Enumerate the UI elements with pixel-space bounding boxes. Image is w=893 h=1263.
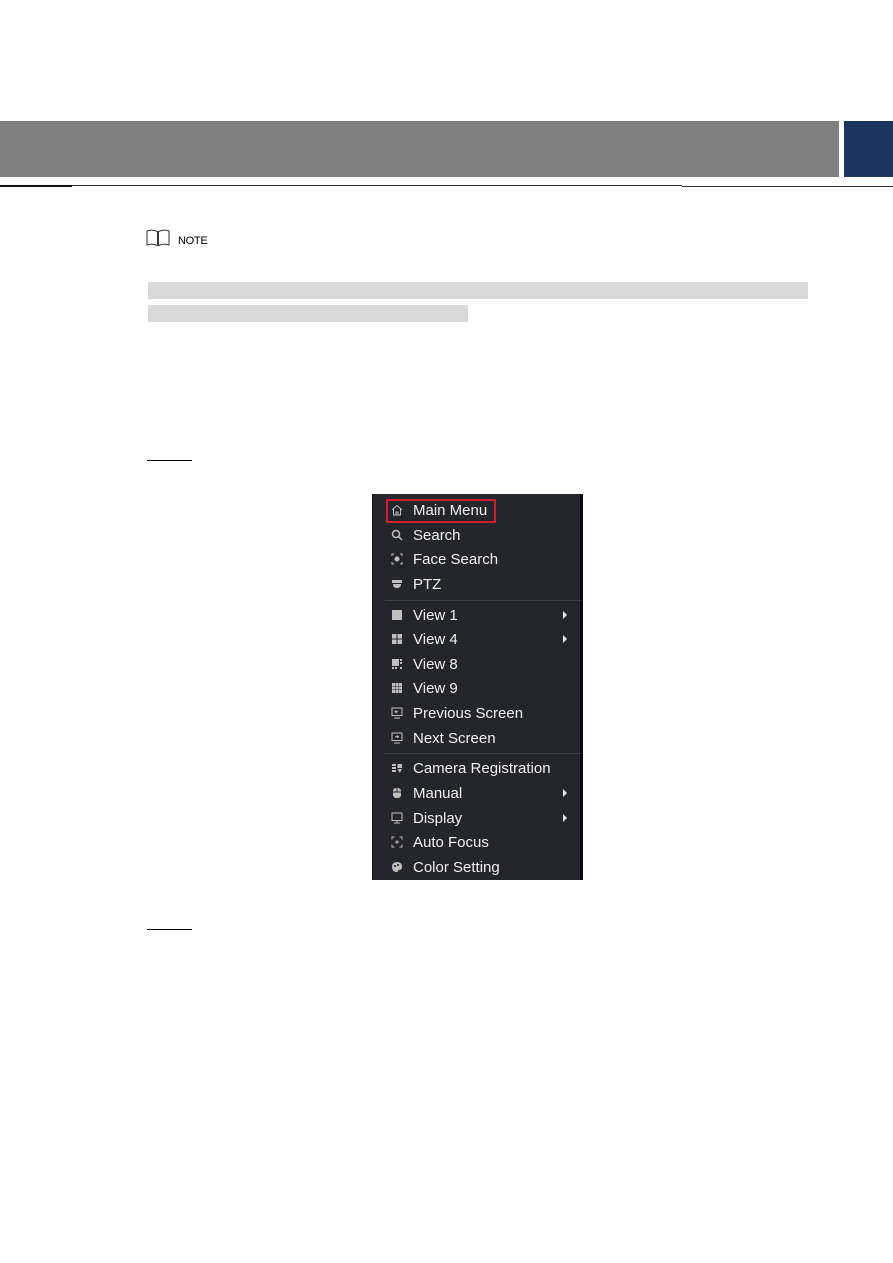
header-rule-right xyxy=(682,186,893,187)
menu-separator xyxy=(385,600,581,601)
main-menu-highlight-box xyxy=(386,499,496,523)
menu-label: Search xyxy=(413,526,461,544)
chapter-number-block xyxy=(844,121,893,177)
submenu-arrow-icon xyxy=(563,611,567,619)
view-8-icon xyxy=(391,658,403,670)
menu-item-auto-focus[interactable]: Auto Focus xyxy=(373,830,579,854)
menu-label: PTZ xyxy=(413,575,442,593)
menu-item-face-search[interactable]: Face Search xyxy=(373,547,579,571)
face-search-icon xyxy=(391,553,403,565)
menu-label: View 4 xyxy=(413,630,458,648)
next-screen-icon xyxy=(391,732,403,744)
menu-label: View 8 xyxy=(413,655,458,673)
menu-label: Camera Registration xyxy=(413,759,551,777)
menu-label: Color Setting xyxy=(413,858,500,876)
submenu-arrow-icon xyxy=(563,789,567,797)
previous-screen-icon xyxy=(391,707,403,719)
menu-item-view-4[interactable]: View 4 xyxy=(373,627,579,651)
view-4-icon xyxy=(391,633,403,645)
header-rule-middle xyxy=(72,185,682,186)
manual-icon xyxy=(391,787,403,799)
note-text-line-1 xyxy=(148,282,808,299)
step-1-marker xyxy=(147,460,192,461)
view-9-icon xyxy=(391,682,403,694)
menu-label: Manual xyxy=(413,784,463,802)
menu-label: Previous Screen xyxy=(413,704,524,722)
shortcut-menu: Main Menu Search Face Search PTZ View 1 … xyxy=(372,494,583,880)
menu-item-view-9[interactable]: View 9 xyxy=(373,676,579,700)
color-setting-icon xyxy=(391,861,403,873)
header-rule-left xyxy=(0,185,72,187)
menu-item-view-8[interactable]: View 8 xyxy=(373,652,579,676)
note-text-line-2 xyxy=(148,305,468,322)
submenu-arrow-icon xyxy=(563,814,567,822)
menu-label: View 9 xyxy=(413,679,458,697)
menu-label: Auto Focus xyxy=(413,833,489,851)
menu-item-color-setting[interactable]: Color Setting xyxy=(373,855,579,879)
auto-focus-icon xyxy=(391,836,403,848)
menu-label: Display xyxy=(413,809,463,827)
camera-registration-icon xyxy=(391,762,403,774)
menu-item-display[interactable]: Display xyxy=(373,806,579,830)
menu-label: View 1 xyxy=(413,606,458,624)
step-2-marker xyxy=(147,929,192,930)
menu-label: Face Search xyxy=(413,550,499,568)
display-icon xyxy=(391,812,403,824)
submenu-arrow-icon xyxy=(563,635,567,643)
menu-item-search[interactable]: Search xyxy=(373,523,579,547)
note-heading: NOTE xyxy=(146,229,208,252)
menu-separator xyxy=(385,753,581,754)
chapter-header-bar xyxy=(0,121,839,177)
ptz-camera-icon xyxy=(391,578,403,590)
menu-item-next-screen[interactable]: Next Screen xyxy=(373,726,579,750)
view-1-icon xyxy=(391,609,403,621)
menu-label: Next Screen xyxy=(413,729,496,747)
search-icon xyxy=(391,529,403,541)
menu-item-previous-screen[interactable]: Previous Screen xyxy=(373,701,579,725)
menu-item-camera-registration[interactable]: Camera Registration xyxy=(373,756,579,780)
menu-item-manual[interactable]: Manual xyxy=(373,781,579,805)
menu-item-ptz[interactable]: PTZ xyxy=(373,572,579,596)
book-icon xyxy=(146,229,170,252)
menu-item-view-1[interactable]: View 1 xyxy=(373,603,579,627)
note-label: NOTE xyxy=(178,234,208,247)
